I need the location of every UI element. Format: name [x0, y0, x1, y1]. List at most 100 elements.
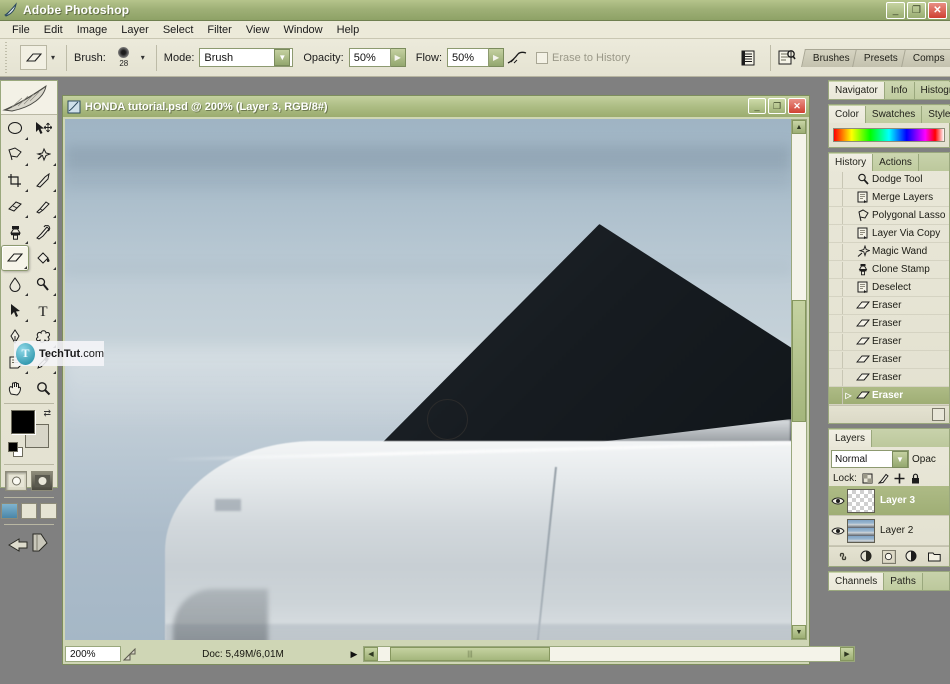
scroll-left-arrow-icon[interactable]: ◀	[364, 647, 378, 661]
menu-help[interactable]: Help	[330, 22, 367, 38]
tab-info[interactable]: Info	[885, 82, 915, 99]
tab-histogram[interactable]: Histogram	[915, 82, 950, 99]
full-screen-mode-button[interactable]	[40, 503, 57, 519]
canvas-vertical-scrollbar[interactable]: ▲ ▼	[791, 119, 807, 640]
menu-filter[interactable]: Filter	[200, 22, 238, 38]
airbrush-icon[interactable]	[504, 46, 530, 70]
zoom-level-input[interactable]: 200%	[65, 646, 121, 662]
history-item[interactable]: Deselect	[829, 279, 949, 297]
lock-all-icon[interactable]	[910, 473, 921, 484]
app-minimize-button[interactable]: _	[886, 2, 905, 19]
history-item[interactable]: Magic Wand	[829, 243, 949, 261]
history-snapshot-cell[interactable]	[829, 370, 843, 386]
history-snapshot-cell[interactable]	[829, 334, 843, 350]
mode-chevron-down-icon[interactable]: ▼	[274, 49, 290, 66]
erase-to-history-checkbox[interactable]	[536, 52, 548, 64]
jump-to-imageready-button[interactable]	[1, 527, 57, 557]
tool-brush[interactable]	[29, 193, 57, 219]
tool-blur[interactable]	[1, 271, 29, 297]
history-snapshot-cell[interactable]	[829, 208, 843, 224]
tool-hand[interactable]	[1, 375, 29, 401]
link-icon[interactable]	[836, 550, 850, 564]
horizontal-scroll-thumb[interactable]: |||	[390, 647, 550, 661]
new-snapshot-icon[interactable]	[932, 408, 945, 421]
menu-select[interactable]: Select	[156, 22, 201, 38]
full-screen-menubar-mode-button[interactable]	[21, 503, 38, 519]
history-snapshot-cell[interactable]	[829, 388, 843, 404]
tool-paint-bucket[interactable]	[29, 245, 57, 271]
current-tool-eraser-icon[interactable]	[20, 45, 47, 70]
history-item[interactable]: Dodge Tool	[829, 171, 949, 189]
history-snapshot-cell[interactable]	[829, 244, 843, 260]
history-item-selected[interactable]: ▷ Eraser	[829, 387, 949, 405]
tool-crop[interactable]	[1, 167, 29, 193]
mode-select[interactable]: Brush ▼	[199, 48, 293, 67]
history-snapshot-cell[interactable]	[829, 172, 843, 188]
history-snapshot-cell[interactable]	[829, 190, 843, 206]
document-title-bar[interactable]: HONDA tutorial.psd @ 200% (Layer 3, RGB/…	[63, 96, 809, 117]
tab-history[interactable]: History	[829, 154, 873, 171]
history-item[interactable]: Merge Layers	[829, 189, 949, 207]
history-snapshot-cell[interactable]	[829, 316, 843, 332]
quick-mask-mode-button[interactable]	[31, 471, 53, 491]
default-colors-foreground-icon[interactable]	[8, 442, 18, 452]
history-snapshot-cell[interactable]	[829, 280, 843, 296]
tab-paths[interactable]: Paths	[884, 573, 923, 590]
history-item[interactable]: Polygonal Lasso	[829, 207, 949, 225]
palette-well-tab-brushes[interactable]: Brushes	[801, 49, 861, 67]
menu-window[interactable]: Window	[277, 22, 330, 38]
layer-visibility-eye-icon[interactable]	[829, 496, 847, 506]
tool-clone-stamp[interactable]	[1, 219, 29, 245]
scroll-down-arrow-icon[interactable]: ▼	[792, 625, 806, 639]
layer-row-layer-2[interactable]: Layer 2	[829, 516, 949, 546]
menu-edit[interactable]: Edit	[37, 22, 70, 38]
options-bar-grip[interactable]	[2, 41, 11, 75]
document-close-button[interactable]: ✕	[788, 98, 806, 114]
layer-row-layer-3[interactable]: Layer 3	[829, 486, 949, 516]
adjustment-icon[interactable]	[905, 550, 919, 564]
document-minimize-button[interactable]: _	[748, 98, 766, 114]
foreground-color-swatch[interactable]	[11, 410, 35, 434]
canvas-horizontal-scrollbar[interactable]: ◀ ||| ▶	[363, 646, 855, 662]
lock-position-icon[interactable]	[894, 473, 905, 484]
flow-input[interactable]: 50%	[447, 48, 489, 67]
swap-colors-icon[interactable]: ⇄	[43, 408, 51, 419]
tab-swatches[interactable]: Swatches	[866, 106, 922, 123]
tool-slice[interactable]	[29, 167, 57, 193]
tool-marquee[interactable]	[1, 115, 29, 141]
opacity-slider-arrow-icon[interactable]: ▶	[391, 48, 406, 67]
file-browser-icon[interactable]	[775, 46, 799, 70]
history-item[interactable]: Eraser	[829, 297, 949, 315]
status-menu-arrow-icon[interactable]: ▶	[347, 646, 361, 662]
tool-move[interactable]	[29, 115, 57, 141]
history-item[interactable]: Eraser	[829, 351, 949, 369]
blend-mode-chevron-down-icon[interactable]: ▼	[892, 451, 908, 468]
tool-zoom[interactable]	[29, 375, 57, 401]
history-item[interactable]: Eraser	[829, 333, 949, 351]
layer-thumbnail-transparent[interactable]	[847, 489, 875, 513]
scroll-up-arrow-icon[interactable]: ▲	[792, 120, 806, 134]
layer-thumbnail-car-photo[interactable]	[847, 519, 875, 543]
brush-chevron-down-icon[interactable]: ▾	[137, 47, 149, 69]
palette-well-tab-comps[interactable]: Comps	[901, 49, 950, 67]
menu-layer[interactable]: Layer	[114, 22, 156, 38]
flow-slider-arrow-icon[interactable]: ▶	[489, 48, 504, 67]
tab-navigator[interactable]: Navigator	[829, 82, 885, 99]
tab-styles[interactable]: Styles	[922, 106, 950, 123]
history-snapshot-cell[interactable]	[829, 298, 843, 314]
status-size-grip-icon[interactable]	[121, 646, 139, 662]
tab-layers[interactable]: Layers	[829, 430, 872, 447]
image-canvas[interactable]	[65, 119, 791, 640]
history-item[interactable]: Eraser	[829, 369, 949, 387]
tool-healing-brush[interactable]	[1, 193, 29, 219]
tool-eraser[interactable]	[1, 245, 29, 271]
history-item[interactable]: Eraser	[829, 315, 949, 333]
tool-dodge[interactable]	[29, 271, 57, 297]
app-restore-button[interactable]: ❐	[907, 2, 926, 19]
tab-channels[interactable]: Channels	[829, 573, 884, 590]
brush-preview[interactable]: 28	[111, 43, 137, 73]
new-group-icon[interactable]	[928, 550, 942, 564]
blend-mode-select[interactable]: Normal ▼	[831, 450, 909, 468]
layer-visibility-eye-icon[interactable]	[829, 526, 847, 536]
lock-transparency-icon[interactable]	[862, 473, 873, 484]
